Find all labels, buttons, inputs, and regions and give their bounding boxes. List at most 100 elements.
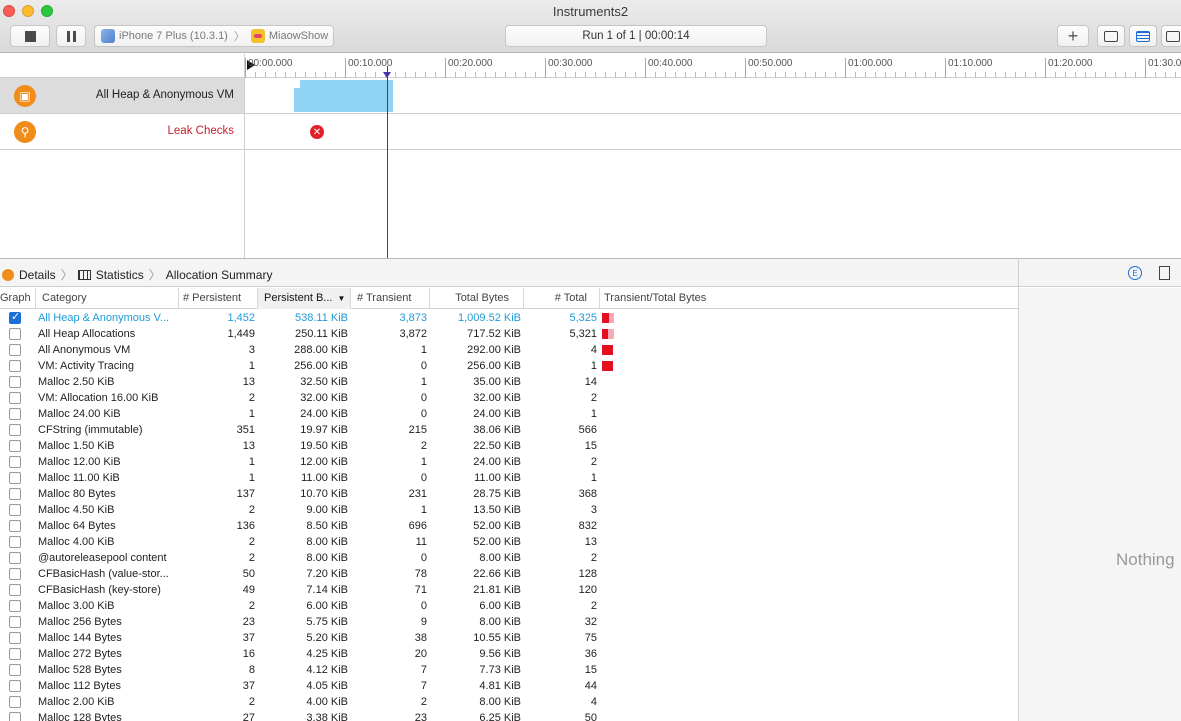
playhead-handle-icon[interactable] — [383, 72, 391, 78]
graph-checkbox[interactable] — [9, 568, 21, 580]
table-row[interactable]: All Heap & Anonymous V... 1,452 538.11 KiB… — [0, 310, 1018, 326]
add-instrument-button[interactable]: + — [1057, 25, 1089, 47]
cell-persistent-bytes: 4.00 KiB — [306, 696, 348, 708]
breadcrumb-details[interactable]: Details — [19, 268, 56, 282]
table-row[interactable]: Malloc 256 Bytes 23 5.75 KiB 9 8.00 KiB 32 — [0, 614, 1018, 630]
table-row[interactable]: Malloc 128 Bytes 27 3.38 KiB 23 6.25 KiB 50 — [0, 710, 1018, 721]
jump-bar: Details 〉 Statistics 〉 Allocation Summar… — [0, 258, 1181, 287]
track-leaks[interactable]: ⚲ Leak Checks ✕ — [0, 114, 1181, 150]
cell-total: 4 — [590, 696, 597, 708]
graph-checkbox[interactable] — [9, 616, 21, 628]
cell-total-bytes: 38.06 KiB — [473, 424, 521, 436]
extended-detail-icon[interactable]: E — [1128, 266, 1142, 280]
timeline-ruler[interactable]: 00:00.000 00:10.000 00:20.000 00:30.000 … — [0, 54, 1181, 78]
graph-checkbox[interactable] — [9, 376, 21, 388]
table-row[interactable]: Malloc 4.50 KiB 2 9.00 KiB 1 13.50 KiB 3 — [0, 502, 1018, 518]
column-transient-total[interactable]: Transient/Total Bytes — [600, 288, 1018, 309]
column-total[interactable]: # Total — [524, 288, 600, 309]
breadcrumb-statistics[interactable]: Statistics — [96, 268, 144, 282]
table-row[interactable]: Malloc 112 Bytes 37 4.05 KiB 7 4.81 KiB 44 — [0, 678, 1018, 694]
stop-recording-button[interactable] — [10, 25, 50, 47]
table-row[interactable]: CFBasicHash (key-store) 49 7.14 KiB 71 21.81… — [0, 582, 1018, 598]
table-row[interactable]: Malloc 4.00 KiB 2 8.00 KiB 11 52.00 KiB 13 — [0, 534, 1018, 550]
cell-total-bytes: 22.50 KiB — [473, 440, 521, 452]
graph-checkbox[interactable] — [9, 344, 21, 356]
cell-category: Malloc 528 Bytes — [38, 664, 122, 676]
table-row[interactable]: All Heap Allocations 1,449 250.11 KiB 3,872… — [0, 326, 1018, 342]
table-row[interactable]: CFString (immutable) 351 19.97 KiB 215 38.06… — [0, 422, 1018, 438]
cell-total: 128 — [578, 568, 597, 580]
graph-checkbox[interactable] — [9, 456, 21, 468]
table-row[interactable]: Malloc 64 Bytes 136 8.50 KiB 696 52.00 KiB 83… — [0, 518, 1018, 534]
toolbar: Instruments2 iPhone 7 Plus (10.3.1) 〉 Mi… — [0, 0, 1181, 53]
track-label[interactable]: ▣ All Heap & Anonymous VM — [0, 78, 245, 113]
table-row[interactable]: Malloc 80 Bytes 137 10.70 KiB 231 28.75 KiB 3… — [0, 486, 1018, 502]
leak-marker-icon[interactable]: ✕ — [310, 125, 324, 139]
pause-recording-button[interactable] — [56, 25, 86, 47]
cell-transient: 2 — [420, 440, 427, 452]
graph-checkbox[interactable] — [9, 632, 21, 644]
table-row[interactable]: @autoreleasepool content 2 8.00 KiB 0 8.00 K… — [0, 550, 1018, 566]
graph-checkbox[interactable] — [9, 392, 21, 404]
cell-transient: 3,873 — [399, 312, 427, 324]
column-graph[interactable]: Graph — [0, 288, 36, 309]
table-row[interactable]: All Anonymous VM 3 288.00 KiB 1 292.00 KiB 4 — [0, 342, 1018, 358]
graph-checkbox[interactable] — [9, 488, 21, 500]
table-row[interactable]: Malloc 2.00 KiB 2 4.00 KiB 2 8.00 KiB 4 — [0, 694, 1018, 710]
cell-category: Malloc 144 Bytes — [38, 632, 122, 644]
table-row[interactable]: Malloc 11.00 KiB 1 11.00 KiB 0 11.00 KiB 1 — [0, 470, 1018, 486]
column-category[interactable]: Category — [36, 288, 179, 309]
graph-checkbox[interactable] — [9, 536, 21, 548]
toggle-detail-panel-button[interactable] — [1097, 25, 1125, 47]
graph-checkbox[interactable] — [9, 584, 21, 596]
column-persistent[interactable]: # Persistent — [179, 288, 258, 309]
graph-checkbox[interactable] — [9, 504, 21, 516]
graph-checkbox[interactable] — [9, 328, 21, 340]
graph-checkbox[interactable] — [9, 424, 21, 436]
graph-checkbox[interactable] — [9, 360, 21, 372]
document-icon[interactable] — [1159, 266, 1170, 280]
graph-checkbox[interactable] — [9, 712, 21, 721]
graph-checkbox[interactable] — [9, 472, 21, 484]
graph-checkbox[interactable] — [9, 680, 21, 692]
table-row[interactable]: VM: Allocation 16.00 KiB 2 32.00 KiB 0 32.00… — [0, 390, 1018, 406]
graph-checkbox[interactable] — [9, 440, 21, 452]
table-row[interactable]: Malloc 144 Bytes 37 5.20 KiB 38 10.55 KiB 75 — [0, 630, 1018, 646]
graph-checkbox[interactable] — [9, 552, 21, 564]
cell-persistent-bytes: 24.00 KiB — [300, 408, 348, 420]
cell-total-bytes: 24.00 KiB — [473, 456, 521, 468]
graph-checkbox[interactable] — [9, 310, 21, 324]
toggle-list-view-button[interactable] — [1129, 25, 1157, 47]
table-row[interactable]: CFBasicHash (value-stor... 50 7.20 KiB 78 22… — [0, 566, 1018, 582]
table-row[interactable]: Malloc 1.50 KiB 13 19.50 KiB 2 22.50 KiB 15 — [0, 438, 1018, 454]
cell-total: 5,325 — [569, 312, 597, 324]
column-transient[interactable]: # Transient — [351, 288, 430, 309]
column-total-bytes[interactable]: Total Bytes — [430, 288, 524, 309]
table-row[interactable]: Malloc 2.50 KiB 13 32.50 KiB 1 35.00 KiB 14 — [0, 374, 1018, 390]
table-row[interactable]: Malloc 3.00 KiB 2 6.00 KiB 0 6.00 KiB 2 — [0, 598, 1018, 614]
cell-total-bytes: 24.00 KiB — [473, 408, 521, 420]
target-device-selector[interactable]: iPhone 7 Plus (10.3.1) 〉 MiaowShow — [94, 25, 334, 47]
track-allocations[interactable]: ▣ All Heap & Anonymous VM — [0, 78, 1181, 114]
run-status[interactable]: Run 1 of 1 | 00:00:14 — [505, 25, 767, 47]
table-row[interactable]: VM: Activity Tracing 1 256.00 KiB 0 256.00 K… — [0, 358, 1018, 374]
playhead[interactable] — [387, 66, 388, 258]
transient-bar-segment — [609, 313, 614, 323]
graph-checkbox[interactable] — [9, 408, 21, 420]
graph-checkbox[interactable] — [9, 648, 21, 660]
track-label[interactable]: ⚲ Leak Checks — [0, 114, 245, 149]
graph-checkbox[interactable] — [9, 600, 21, 612]
toggle-inspector-button[interactable] — [1161, 25, 1181, 47]
table-row[interactable]: Malloc 272 Bytes 16 4.25 KiB 20 9.56 KiB 36 — [0, 646, 1018, 662]
cell-transient: 71 — [414, 584, 427, 596]
column-persistent-bytes[interactable]: Persistent B... ▼ — [258, 288, 351, 309]
graph-checkbox[interactable] — [9, 520, 21, 532]
table-row[interactable]: Malloc 24.00 KiB 1 24.00 KiB 0 24.00 KiB 1 — [0, 406, 1018, 422]
graph-checkbox[interactable] — [9, 664, 21, 676]
table-row[interactable]: Malloc 528 Bytes 8 4.12 KiB 7 7.73 KiB 15 — [0, 662, 1018, 678]
allocation-table[interactable]: All Heap & Anonymous V... 1,452 538.11 KiB… — [0, 310, 1018, 721]
cell-persistent: 1,449 — [227, 328, 255, 340]
breadcrumb-allocation-summary[interactable]: Allocation Summary — [166, 268, 273, 282]
graph-checkbox[interactable] — [9, 696, 21, 708]
table-row[interactable]: Malloc 12.00 KiB 1 12.00 KiB 1 24.00 KiB 2 — [0, 454, 1018, 470]
